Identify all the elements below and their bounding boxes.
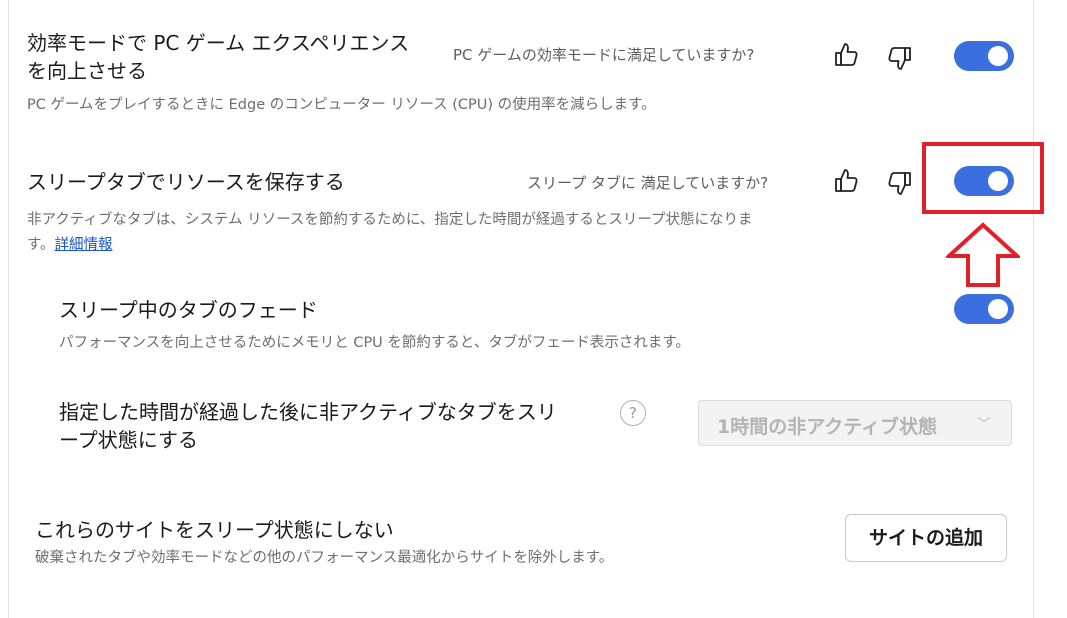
toggle-knob [988, 46, 1008, 66]
sleeping-tabs-description-line2: す。詳細情報 [27, 233, 113, 254]
up-arrow-annotation [946, 222, 1020, 287]
never-sleep-sites-description: 破棄されたタブや効率モードなどの他のパフォーマンス最適化からサイトを除外します。 [35, 550, 614, 566]
sleeping-tabs-title: スリープタブでリソースを保存する [27, 170, 345, 194]
toggle-knob [988, 299, 1008, 319]
learn-more-link[interactable]: 詳細情報 [55, 237, 113, 253]
fade-sleeping-tabs-title: スリープ中のタブのフェード [59, 298, 318, 322]
efficiency-feedback-question: PC ゲームの効率モードに満足していますか? [453, 46, 755, 64]
fade-sleeping-tabs-toggle[interactable] [954, 294, 1014, 324]
thumbs-up-icon[interactable] [832, 40, 860, 70]
chevron-down-icon: ﹀ [977, 417, 991, 433]
inactive-time-dropdown[interactable]: 1時間の非アクティブ状態 ﹀ [698, 400, 1012, 446]
never-sleep-sites-title: これらのサイトをスリープ状態にしない [35, 518, 394, 542]
efficiency-mode-toggle[interactable] [954, 41, 1014, 71]
sleeping-tabs-description-line1: 非アクティブなタブは、システム リソースを節約するために、指定した時間が経過する… [27, 212, 753, 228]
sleeping-tabs-description-suffix: す。 [27, 237, 55, 253]
inactive-time-selected-value: 1時間の非アクティブ状態 [717, 416, 938, 438]
sleeping-tabs-feedback-question: スリープ タブに 満足していますか? [527, 174, 769, 192]
add-site-button[interactable]: サイトの追加 [845, 514, 1007, 562]
inactive-time-title-line2: ープ状態にする [59, 428, 198, 452]
efficiency-mode-title-line2: を向上させる [27, 59, 147, 83]
help-circle-icon[interactable]: ? [620, 400, 646, 426]
efficiency-mode-description: PC ゲームをプレイするときに Edge のコンピューター リソース (CPU)… [27, 97, 656, 113]
annotation-highlight-box [922, 142, 1044, 214]
thumbs-down-icon[interactable] [886, 168, 914, 198]
thumbs-up-icon[interactable] [832, 166, 860, 196]
thumbs-down-icon[interactable] [886, 43, 914, 73]
fade-sleeping-tabs-description: パフォーマンスを向上させるためにメモリと CPU を節約すると、タブがフェード表… [59, 335, 690, 351]
